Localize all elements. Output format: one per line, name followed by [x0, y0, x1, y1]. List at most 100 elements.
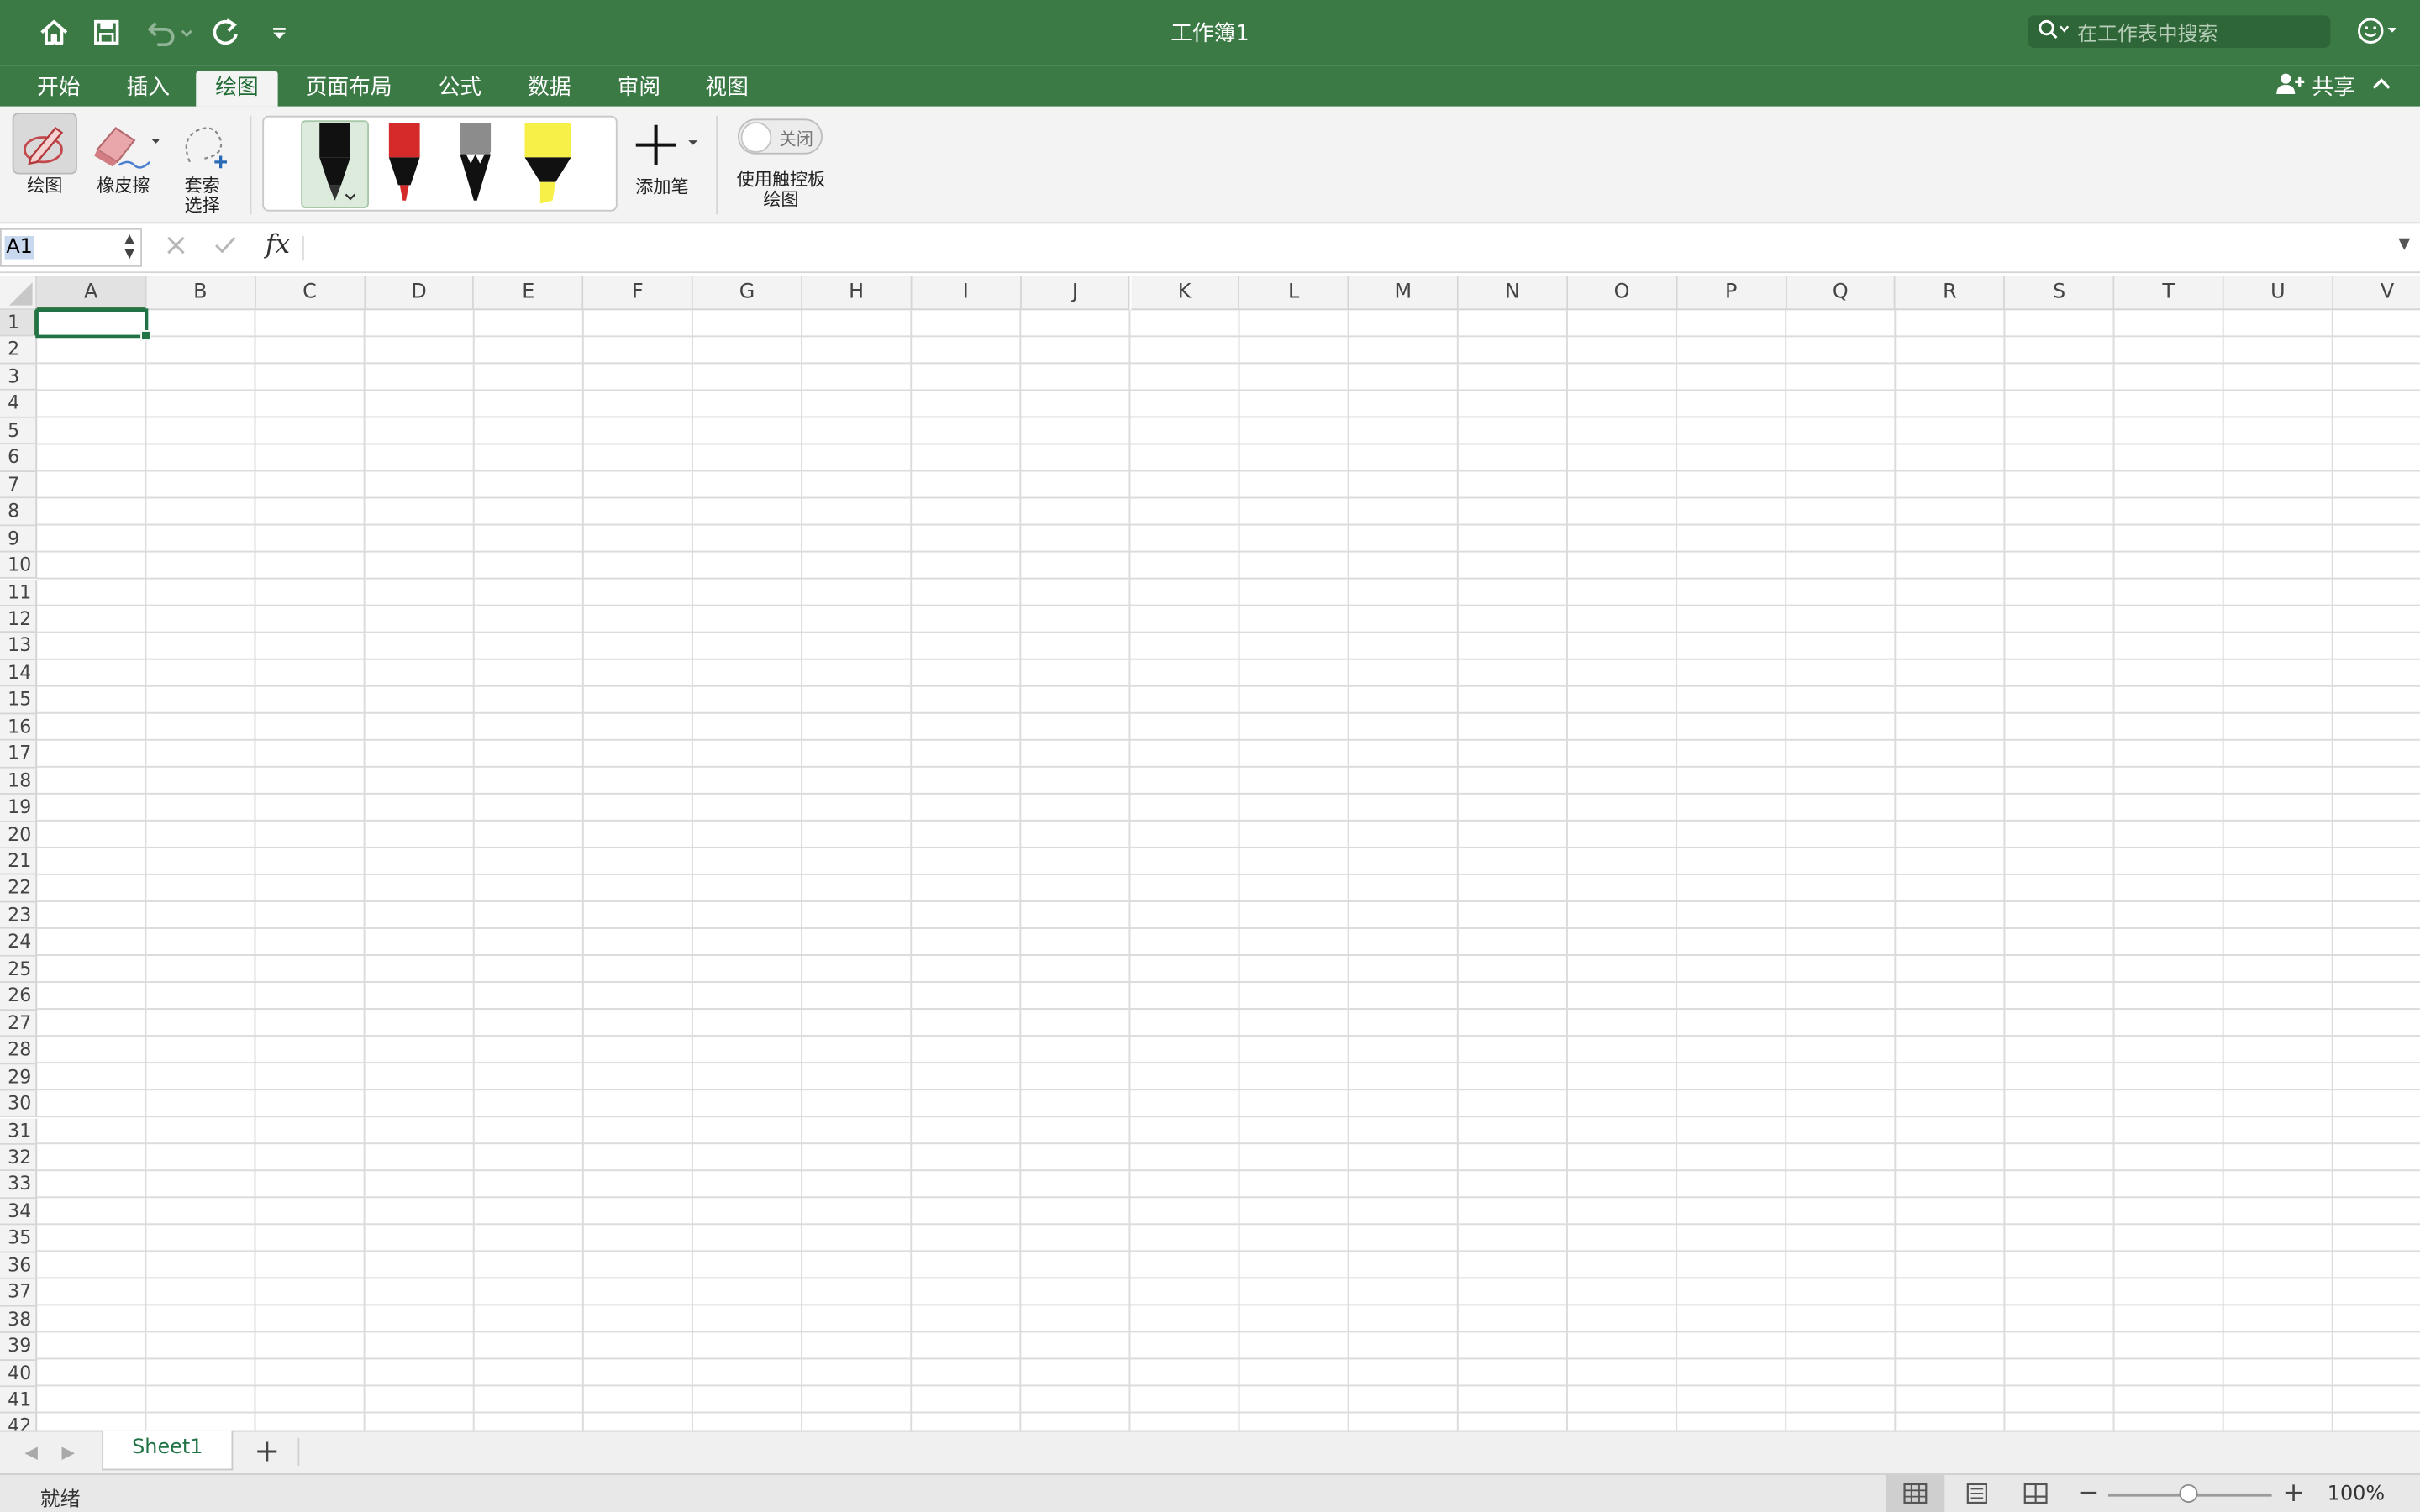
row-header-32[interactable]: 32 — [0, 1144, 38, 1172]
column-header-G[interactable]: G — [692, 276, 802, 311]
column-header-D[interactable]: D — [365, 276, 475, 311]
zoom-slider-thumb[interactable] — [2179, 1483, 2198, 1503]
row-header-5[interactable]: 5 — [0, 417, 38, 445]
next-sheet-icon[interactable]: ▶ — [61, 1442, 75, 1462]
column-header-B[interactable]: B — [146, 276, 256, 311]
row-header-20[interactable]: 20 — [0, 822, 38, 849]
row-header-19[interactable]: 19 — [0, 795, 38, 822]
row-header-1[interactable]: 1 — [0, 310, 38, 338]
row-header-9[interactable]: 9 — [0, 525, 38, 553]
search-box[interactable]: 在工作表中搜索 — [2028, 15, 2331, 48]
column-header-E[interactable]: E — [474, 276, 584, 311]
row-header-26[interactable]: 26 — [0, 983, 38, 1011]
row-header-21[interactable]: 21 — [0, 848, 38, 876]
row-header-28[interactable]: 28 — [0, 1037, 38, 1064]
column-header-V[interactable]: V — [2333, 276, 2420, 311]
page-break-view-icon[interactable] — [2007, 1475, 2065, 1512]
column-header-A[interactable]: A — [37, 276, 147, 311]
column-header-N[interactable]: N — [1458, 276, 1568, 311]
row-header-39[interactable]: 39 — [0, 1333, 38, 1361]
black-pen-icon[interactable] — [312, 120, 358, 216]
row-header-27[interactable]: 27 — [0, 1010, 38, 1037]
column-header-C[interactable]: C — [255, 276, 366, 311]
tab-home[interactable]: 开始 — [22, 71, 96, 106]
prev-sheet-icon[interactable]: ◀ — [24, 1442, 38, 1462]
cancel-x-icon[interactable] — [166, 233, 187, 264]
row-header-18[interactable]: 18 — [0, 768, 38, 795]
gray-pencil-icon[interactable] — [454, 120, 497, 216]
touchpad-toggle[interactable]: 关闭 — [737, 118, 823, 155]
feedback-smiley-icon[interactable] — [2355, 15, 2402, 52]
row-header-42[interactable]: 42 — [0, 1414, 38, 1431]
column-header-I[interactable]: I — [912, 276, 1022, 311]
tab-page-layout[interactable]: 页面布局 — [293, 71, 404, 106]
add-sheet-button[interactable]: + — [247, 1435, 287, 1468]
row-header-41[interactable]: 41 — [0, 1387, 38, 1415]
tab-draw[interactable]: 绘图 — [196, 71, 278, 107]
row-header-25[interactable]: 25 — [0, 956, 38, 984]
column-header-U[interactable]: U — [2223, 276, 2333, 311]
row-header-14[interactable]: 14 — [0, 659, 38, 687]
row-header-30[interactable]: 30 — [0, 1090, 38, 1118]
insert-function-fx[interactable]: fx — [266, 230, 290, 261]
name-box[interactable]: A1 ▲ ▼ — [0, 228, 142, 267]
zoom-level[interactable]: 100% — [2328, 1483, 2385, 1506]
row-header-2[interactable]: 2 — [0, 337, 38, 365]
tab-data[interactable]: 数据 — [513, 71, 587, 106]
column-header-M[interactable]: M — [1349, 276, 1459, 311]
row-header-4[interactable]: 4 — [0, 391, 38, 418]
row-header-17[interactable]: 17 — [0, 740, 38, 769]
share-button[interactable]: 共享 — [2275, 71, 2355, 102]
expand-formula-bar-icon[interactable]: ▼ — [2398, 236, 2410, 253]
cell-area[interactable] — [37, 310, 2420, 1431]
column-header-S[interactable]: S — [2005, 276, 2115, 311]
add-pen-button[interactable]: 添加笔 — [623, 120, 701, 197]
eraser-button[interactable]: 橡皮擦 — [87, 118, 161, 196]
column-header-R[interactable]: R — [1896, 276, 2006, 311]
active-cell-A1[interactable] — [35, 308, 152, 341]
row-header-13[interactable]: 13 — [0, 633, 38, 660]
row-header-35[interactable]: 35 — [0, 1225, 38, 1252]
tab-review[interactable]: 审阅 — [602, 71, 676, 106]
zoom-in-icon[interactable]: + — [2283, 1478, 2305, 1509]
confirm-check-icon[interactable] — [213, 233, 237, 264]
row-header-15[interactable]: 15 — [0, 686, 38, 714]
row-header-12[interactable]: 12 — [0, 606, 38, 633]
row-header-7[interactable]: 7 — [0, 471, 38, 499]
tab-view[interactable]: 视图 — [690, 71, 764, 106]
row-header-29[interactable]: 29 — [0, 1063, 38, 1091]
column-header-F[interactable]: F — [583, 276, 693, 311]
column-header-P[interactable]: P — [1677, 276, 1787, 311]
sheet-tab-sheet1[interactable]: Sheet1 — [102, 1430, 234, 1471]
row-header-36[interactable]: 36 — [0, 1252, 38, 1279]
name-box-spinner-icon[interactable]: ▲ ▼ — [124, 232, 134, 263]
column-header-J[interactable]: J — [1021, 276, 1131, 311]
row-header-11[interactable]: 11 — [0, 579, 38, 606]
yellow-highlighter-icon[interactable] — [522, 120, 574, 216]
red-pen-icon[interactable] — [383, 120, 426, 216]
select-all-corner[interactable] — [0, 276, 38, 311]
column-header-O[interactable]: O — [1567, 276, 1678, 311]
column-header-Q[interactable]: Q — [1786, 276, 1897, 311]
row-header-40[interactable]: 40 — [0, 1360, 38, 1388]
column-header-H[interactable]: H — [802, 276, 913, 311]
zoom-out-icon[interactable]: − — [2077, 1478, 2099, 1509]
lasso-select-button[interactable]: 套索 选择 — [170, 118, 234, 216]
row-header-3[interactable]: 3 — [0, 364, 38, 391]
row-header-24[interactable]: 24 — [0, 929, 38, 957]
row-header-31[interactable]: 31 — [0, 1117, 38, 1145]
row-header-37[interactable]: 37 — [0, 1278, 38, 1307]
tab-insert[interactable]: 插入 — [111, 71, 185, 106]
column-header-L[interactable]: L — [1239, 276, 1349, 311]
row-header-38[interactable]: 38 — [0, 1306, 38, 1334]
collapse-ribbon-icon[interactable] — [2370, 72, 2392, 102]
row-header-6[interactable]: 6 — [0, 444, 38, 472]
row-header-33[interactable]: 33 — [0, 1171, 38, 1199]
row-header-34[interactable]: 34 — [0, 1198, 38, 1226]
tab-formulas[interactable]: 公式 — [423, 71, 497, 106]
page-layout-view-icon[interactable] — [1948, 1475, 2007, 1512]
row-header-8[interactable]: 8 — [0, 498, 38, 526]
draw-button[interactable]: 绘图 — [13, 116, 77, 197]
row-header-10[interactable]: 10 — [0, 552, 38, 580]
row-header-22[interactable]: 22 — [0, 875, 38, 903]
